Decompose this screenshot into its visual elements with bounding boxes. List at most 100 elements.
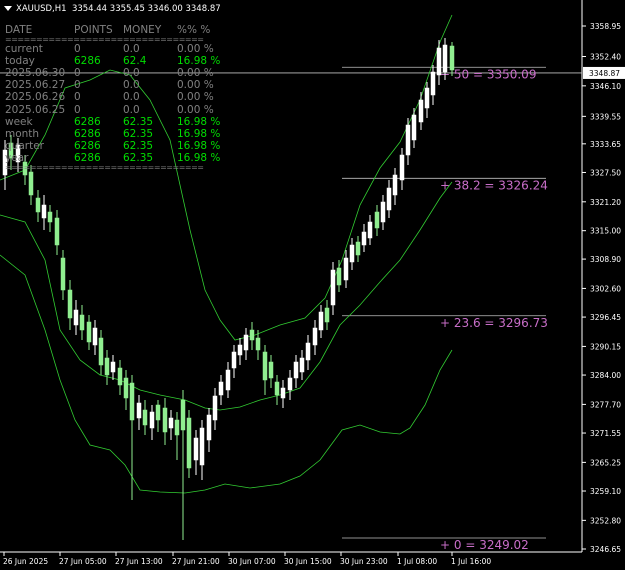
stats-points: 0 xyxy=(74,67,81,80)
stats-pct: 16.98 % xyxy=(177,140,220,152)
stats-points: 6286 xyxy=(74,115,101,128)
stats-pct-value: 16.98 xyxy=(177,115,208,128)
price-tick-label: 3277.70 xyxy=(590,400,621,409)
price-tick-label: 3352.40 xyxy=(590,53,621,62)
candle-body xyxy=(336,267,342,286)
candle-body xyxy=(367,221,373,239)
price-tick-label: 3265.25 xyxy=(590,458,621,467)
candle-body xyxy=(280,387,286,399)
candle-body xyxy=(355,241,361,256)
stats-pct: 16.98 % xyxy=(177,55,220,67)
stats-pct-value: 16.98 xyxy=(177,127,208,140)
stats-pct-value: 16.98 xyxy=(177,151,208,164)
stats-row-month: month 6286 62.35 16.98 % xyxy=(5,127,220,140)
stats-pct-value: 0.00 xyxy=(177,103,201,116)
stats-label: quarter xyxy=(5,139,44,152)
stats-label: 2025.06.27 xyxy=(5,79,66,92)
candle-body xyxy=(225,369,231,391)
chart-header: XAUUSD,H1 3354.44 3355.45 3346.00 3348.8… xyxy=(16,4,221,14)
stats-pct-unit: % xyxy=(210,139,221,152)
stats-label: month xyxy=(5,127,40,140)
candle-body xyxy=(287,377,293,391)
candle-body xyxy=(98,337,104,366)
symbol-menu-icon[interactable] xyxy=(4,6,12,11)
stats-pct-value: 0.00 xyxy=(177,79,201,92)
candle-body xyxy=(104,357,110,376)
time-tick-label: 27 Jun 13:00 xyxy=(115,557,163,566)
stats-points: 6286 xyxy=(74,55,101,68)
stats-label: 2025.06.26 xyxy=(5,91,66,104)
candle-body xyxy=(386,187,392,211)
stats-money: 62.35 xyxy=(123,139,154,152)
candle-body xyxy=(60,257,66,291)
candle-body xyxy=(299,357,305,373)
stats-body: current 0 0.0 0.00 % today 6286 62.4 16.98 % 202… xyxy=(5,43,220,164)
stats-header-row: DATE POINTS MONEY %% % xyxy=(5,24,210,36)
candle-body xyxy=(374,211,380,229)
time-tick-label: 30 Jun 07:00 xyxy=(228,557,276,566)
price-tick-label: 3327.50 xyxy=(590,168,621,177)
stats-row-today: today 6286 62.4 16.98 % xyxy=(5,55,220,68)
candle-body xyxy=(380,201,386,223)
stats-pct-unit: % xyxy=(203,67,214,80)
time-tick-label: 30 Jun 23:00 xyxy=(340,557,388,566)
candle-body xyxy=(92,327,98,346)
symbol-label: XAUUSD,H1 xyxy=(16,4,67,14)
candle-body xyxy=(324,307,330,323)
candle-body xyxy=(392,174,398,196)
col-money-header: MONEY xyxy=(123,24,162,36)
stats-label: year xyxy=(5,151,29,164)
col-pct-header-a: %% xyxy=(177,24,197,36)
stats-money: 62.35 xyxy=(123,127,154,140)
candle-body xyxy=(186,417,192,469)
stats-money: 0.0 xyxy=(123,91,140,104)
candle-body xyxy=(54,217,60,246)
candle-body xyxy=(312,327,318,346)
stats-pct: 16.98 % xyxy=(177,128,220,140)
candle-body xyxy=(436,47,442,76)
stats-money: 0.0 xyxy=(123,103,140,116)
time-tick-label: 30 Jun 15:00 xyxy=(284,557,332,566)
time-tick-label: 1 Jul 08:00 xyxy=(397,557,437,566)
stats-points: 0 xyxy=(74,103,81,116)
stats-label: current xyxy=(5,43,43,56)
stats-pct-value: 16.98 xyxy=(177,139,208,152)
price-tick-label: 3346.10 xyxy=(590,82,621,91)
stats-pct-unit: % xyxy=(210,55,221,68)
current-price-label: 3348.87 xyxy=(589,69,620,78)
candle-body xyxy=(361,231,367,246)
col-pct-header: %% % xyxy=(177,24,210,36)
fib-level-text: 0 = 3249.02 xyxy=(454,538,529,552)
stats-points: 6286 xyxy=(74,127,101,140)
stats-pct-unit: % xyxy=(210,151,221,164)
candle-body xyxy=(41,204,47,219)
fib-level-label: + 0 = 3249.02 xyxy=(440,538,529,552)
stats-pct: 0.00 % xyxy=(177,43,214,55)
stats-pct-unit: % xyxy=(210,115,221,128)
candle-body xyxy=(79,314,85,331)
stats-money: 62.35 xyxy=(123,151,154,164)
stats-pct: 0.00 % xyxy=(177,104,214,116)
candle-body xyxy=(399,154,405,181)
candle-body xyxy=(330,269,336,306)
stats-row-year: year 6286 62.35 16.98 % xyxy=(5,151,220,164)
fib-level-label: + 38.2 = 3326.24 xyxy=(440,178,548,192)
stats-label: today xyxy=(5,55,35,68)
stats-row-2025-06-26: 2025.06.26 0 0.0 0.00 % xyxy=(5,91,214,104)
stats-pct-value: 0.00 xyxy=(177,91,201,104)
price-tick-label: 3246.65 xyxy=(590,545,621,554)
stats-money: 62.35 xyxy=(123,115,154,128)
price-tick-label: 3284.00 xyxy=(590,371,621,380)
candle-body xyxy=(218,381,224,396)
candle-body xyxy=(117,367,123,386)
candle-body xyxy=(249,329,255,341)
price-tick-label: 3339.55 xyxy=(590,112,621,121)
candle-body xyxy=(231,351,237,369)
stats-label: week xyxy=(5,115,33,128)
candle-body xyxy=(349,244,355,263)
col-pct-header-b: % xyxy=(200,24,211,36)
candle-body xyxy=(430,71,436,96)
price-tick-label: 3308.90 xyxy=(590,255,621,264)
candle-body xyxy=(123,377,129,399)
time-tick-label: 27 Jun 21:00 xyxy=(172,557,220,566)
